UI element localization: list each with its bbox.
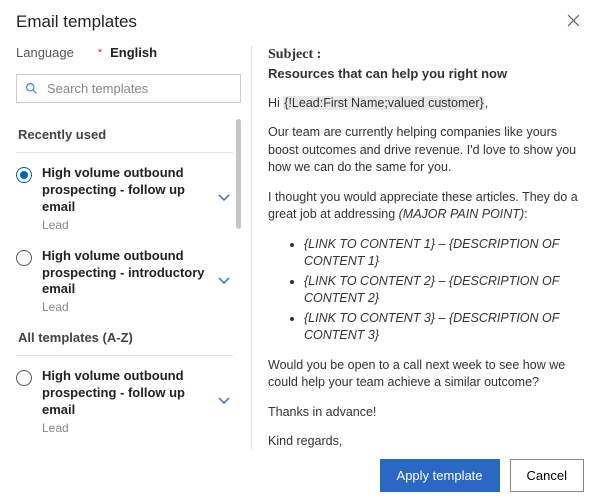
scrollbar[interactable] bbox=[236, 119, 241, 229]
body-para-3: Would you be open to a call next week to… bbox=[268, 357, 584, 392]
search-icon bbox=[25, 82, 38, 95]
greeting-prefix: Hi bbox=[268, 96, 283, 110]
template-text: High volume outbound prospecting - follo… bbox=[42, 165, 217, 232]
content-links-list: {LINK TO CONTENT 1} – {DESCRIPTION OF CO… bbox=[268, 236, 584, 345]
chevron-down-icon[interactable] bbox=[217, 273, 233, 290]
template-item[interactable]: High volume outbound prospecting - intro… bbox=[16, 240, 233, 323]
template-item[interactable]: High volume outbound prospecting - follo… bbox=[16, 360, 233, 443]
para2-em: (MAJOR PAIN POINT) bbox=[399, 207, 524, 221]
cancel-button[interactable]: Cancel bbox=[510, 459, 584, 492]
section-all-templates: All templates (A-Z) bbox=[16, 324, 233, 356]
content-link-item: {LINK TO CONTENT 3} – {DESCRIPTION OF CO… bbox=[304, 310, 584, 345]
template-sub: Lead bbox=[42, 300, 211, 314]
apply-template-button[interactable]: Apply template bbox=[380, 459, 500, 492]
greeting-suffix: , bbox=[485, 96, 488, 110]
search-input[interactable] bbox=[45, 80, 232, 97]
signoff: Kind regards, bbox=[268, 433, 584, 449]
dialog-footer: Apply template Cancel bbox=[16, 449, 584, 492]
search-box[interactable] bbox=[16, 74, 241, 103]
subject-line: Resources that can help you right now bbox=[268, 65, 584, 83]
chevron-down-icon[interactable] bbox=[217, 393, 233, 410]
email-templates-dialog: Email templates Language * English Recen… bbox=[0, 0, 600, 504]
close-icon[interactable] bbox=[563, 12, 584, 33]
content-link-item: {LINK TO CONTENT 2} – {DESCRIPTION OF CO… bbox=[304, 273, 584, 308]
section-recently-used: Recently used bbox=[16, 121, 233, 153]
subject-label: Subject : bbox=[268, 45, 584, 65]
greeting: Hi {!Lead:First Name;valued customer}, bbox=[268, 95, 584, 113]
template-title: High volume outbound prospecting - follo… bbox=[42, 368, 211, 419]
radio-selected[interactable] bbox=[16, 167, 32, 183]
preview-pane: Subject : Resources that can help you ri… bbox=[251, 45, 584, 449]
body-para-4: Thanks in advance! bbox=[268, 404, 584, 422]
body-para-2: I thought you would appreciate these art… bbox=[268, 189, 584, 224]
template-sub: Lead bbox=[42, 421, 211, 435]
template-item[interactable]: High volume outbound prospecting - follo… bbox=[16, 157, 233, 240]
radio-unselected[interactable] bbox=[16, 250, 32, 266]
dialog-title: Email templates bbox=[16, 12, 137, 32]
language-row: Language * English bbox=[16, 45, 241, 60]
template-text: High volume outbound prospecting - intro… bbox=[42, 248, 217, 315]
template-title: High volume outbound prospecting - follo… bbox=[42, 165, 211, 216]
para2-suffix: : bbox=[524, 207, 527, 221]
radio-unselected[interactable] bbox=[16, 370, 32, 386]
body-para-1: Our team are currently helping companies… bbox=[268, 124, 584, 177]
dialog-header: Email templates bbox=[16, 12, 584, 39]
dialog-body: Language * English Recently used High vo… bbox=[16, 39, 584, 449]
left-pane: Language * English Recently used High vo… bbox=[16, 45, 251, 449]
language-value[interactable]: English bbox=[110, 45, 157, 60]
template-text: High volume outbound prospecting - follo… bbox=[42, 368, 217, 435]
template-title: High volume outbound prospecting - intro… bbox=[42, 248, 211, 299]
template-list: Recently used High volume outbound prosp… bbox=[16, 119, 241, 449]
template-sub: Lead bbox=[42, 218, 211, 232]
content-link-item: {LINK TO CONTENT 1} – {DESCRIPTION OF CO… bbox=[304, 236, 584, 271]
language-label: Language bbox=[16, 45, 74, 60]
merge-field-lead-name: {!Lead:First Name;valued customer} bbox=[283, 96, 484, 110]
template-item[interactable]: High volume outbound prospecting - intro… bbox=[16, 443, 233, 449]
chevron-down-icon[interactable] bbox=[217, 190, 233, 207]
required-star: * bbox=[98, 47, 102, 59]
